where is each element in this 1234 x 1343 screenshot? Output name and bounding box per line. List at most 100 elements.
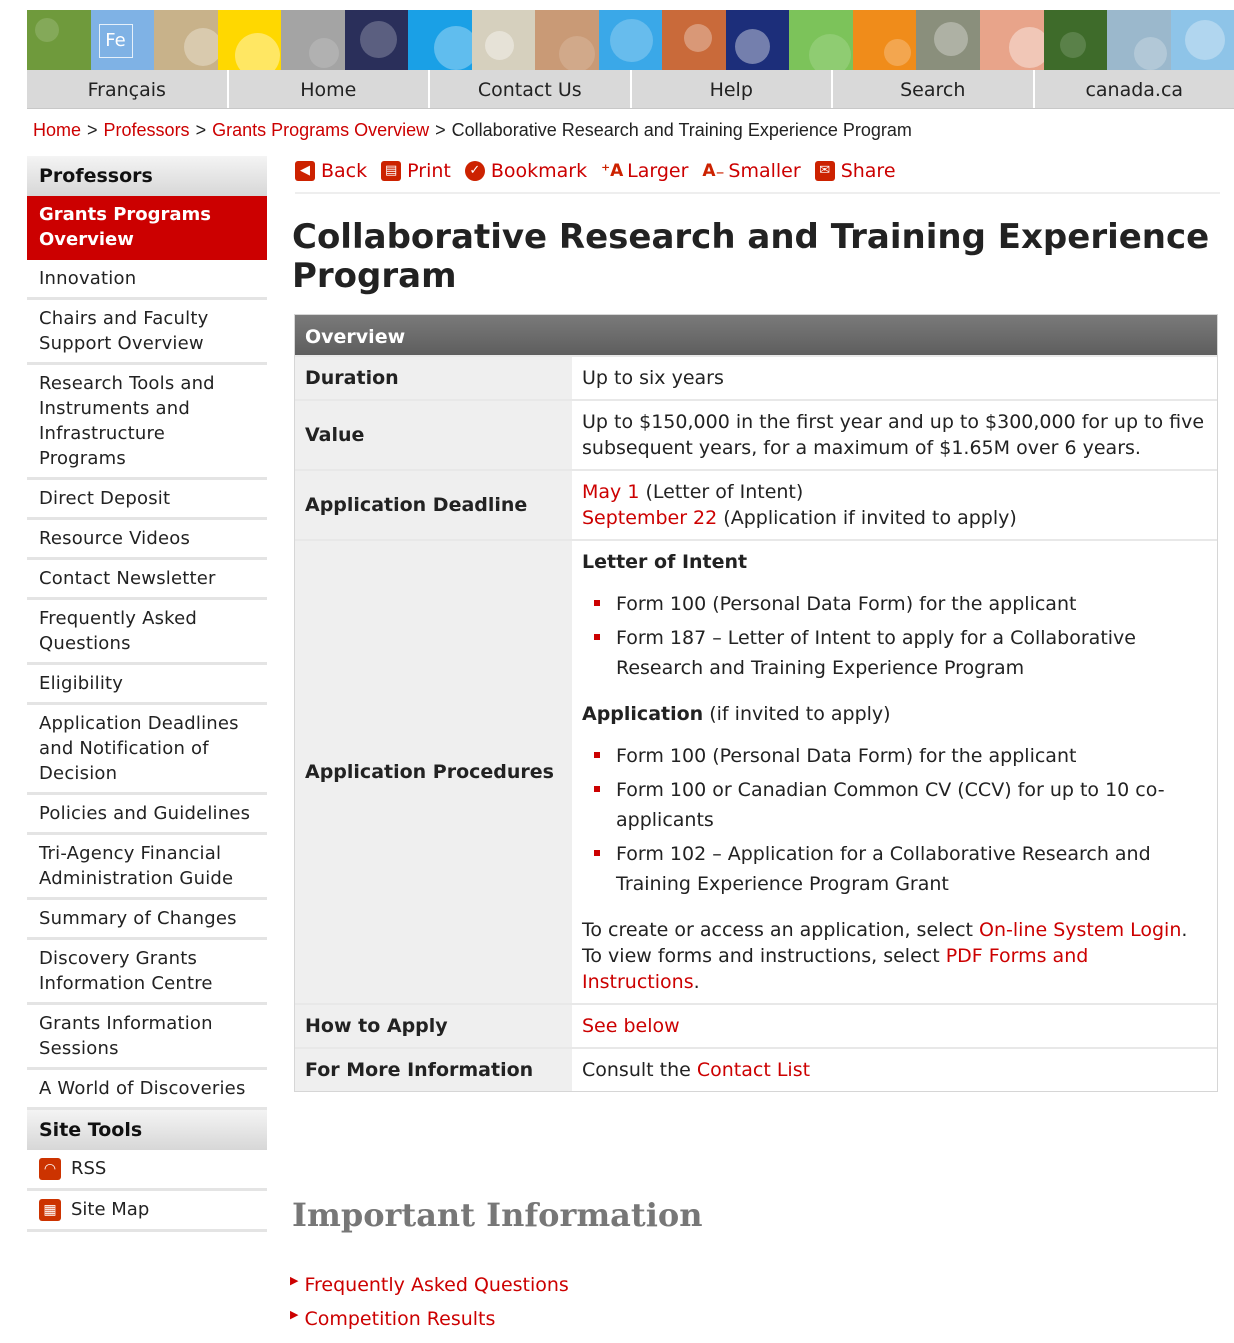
breadcrumb-separator: > — [195, 120, 207, 140]
share-label: Share — [840, 160, 896, 182]
breadcrumb-grants-programs[interactable]: Grants Programs Overview — [212, 120, 429, 140]
list-item: Form 100 or Canadian Common CV (CCV) for… — [594, 775, 1207, 835]
banner-tile-sky — [1170, 10, 1234, 70]
row-value: Up to $150,000 in the first year and up … — [582, 411, 1205, 459]
banner-tile-tools — [662, 10, 726, 70]
larger-text-button[interactable]: ⁺A Larger — [601, 160, 688, 182]
banner-tile-machine — [281, 10, 345, 70]
banner-tile-circuit — [1107, 10, 1171, 70]
sidebar-item-innovation[interactable]: Innovation — [27, 260, 267, 300]
sidebar-item-discovery-grants[interactable]: Discovery Grants Information Centre — [27, 940, 267, 1005]
competition-results-link[interactable]: Competition Results — [304, 1304, 495, 1338]
contact-list-link[interactable]: Contact List — [697, 1059, 810, 1081]
share-button[interactable]: ✉ Share — [814, 160, 896, 182]
nav-search[interactable]: Search — [833, 70, 1035, 108]
sidebar-item-grants-programs-overview[interactable]: Grants Programs Overview — [27, 196, 267, 260]
sidebar-item-policies[interactable]: Policies and Guidelines — [27, 795, 267, 835]
banner-decoration — [734, 29, 770, 64]
sidebar: Professors Grants Programs Overview Inno… — [27, 156, 267, 1232]
list-item: ▶ Frequently Asked Questions — [290, 1270, 569, 1304]
sidebar-item-direct-deposit[interactable]: Direct Deposit — [27, 480, 267, 520]
smaller-text-button[interactable]: A₋ Smaller — [702, 160, 800, 182]
nav-help[interactable]: Help — [632, 70, 833, 108]
sidebar-tool-site-map[interactable]: ▦ Site Map — [27, 1191, 267, 1232]
row-label: How to Apply — [295, 1005, 572, 1047]
print-button[interactable]: ▤ Print — [381, 160, 451, 182]
triangle-bullet-icon: ▶ — [290, 1274, 299, 1287]
sidebar-heading: Professors — [27, 156, 267, 196]
sidebar-item-contact-newsletter[interactable]: Contact Newsletter — [27, 560, 267, 600]
deadline-may-link[interactable]: May 1 — [582, 481, 639, 503]
banner-tile-molecule — [852, 10, 917, 70]
table-row-deadline: Application Deadline May 1 (Letter of In… — [295, 469, 1217, 539]
banner-decoration — [684, 24, 713, 52]
sidebar-item-eligibility[interactable]: Eligibility — [27, 665, 267, 705]
triangle-bullet-icon: ▶ — [290, 1308, 299, 1321]
breadcrumb-separator: > — [435, 120, 446, 140]
top-navigation: Français Home Contact Us Help Search can… — [27, 70, 1234, 109]
back-button[interactable]: ◀ Back — [295, 160, 367, 182]
site-tools-heading: Site Tools — [27, 1110, 267, 1150]
letter-of-intent-list: Form 100 (Personal Data Form) for the ap… — [582, 589, 1207, 683]
row-label: Value — [295, 401, 572, 469]
sidebar-item-deadlines[interactable]: Application Deadlines and Notification o… — [27, 705, 267, 795]
smaller-label: Smaller — [728, 160, 801, 182]
banner-decoration — [1059, 32, 1086, 58]
breadcrumb-separator: > — [87, 120, 98, 140]
list-item: Form 102 – Application for a Collaborati… — [594, 839, 1207, 899]
sidebar-item-chairs[interactable]: Chairs and Faculty Support Overview — [27, 300, 267, 365]
row-label: Duration — [295, 357, 572, 399]
row-value: Up to six years — [582, 367, 724, 389]
sidebar-item-info-sessions[interactable]: Grants Information Sessions — [27, 1005, 267, 1070]
sidebar-item-tri-agency[interactable]: Tri-Agency Financial Administration Guid… — [27, 835, 267, 900]
banner-tile-butterfly — [1043, 10, 1108, 70]
row-value: Consult the Contact List — [572, 1049, 1217, 1091]
application-note: (if invited to apply) — [703, 703, 891, 725]
sidebar-item-world-of-discoveries[interactable]: A World of Discoveries — [27, 1070, 267, 1110]
print-document-icon: ▤ — [381, 161, 402, 181]
online-system-login-link[interactable]: On-line System Login — [979, 919, 1181, 941]
sidebar-item-research-tools[interactable]: Research Tools and Instruments and Infra… — [27, 365, 267, 480]
application-title: Application — [582, 703, 704, 725]
rss-icon: ◠ — [39, 1158, 61, 1180]
banner-tile-lettuce — [27, 10, 91, 70]
sidebar-tool-rss[interactable]: ◠ RSS — [27, 1150, 267, 1191]
sidebar-item-summary-of-changes[interactable]: Summary of Changes — [27, 900, 267, 940]
nav-home[interactable]: Home — [229, 70, 430, 108]
sidebar-item-resource-videos[interactable]: Resource Videos — [27, 520, 267, 560]
row-label: Application Deadline — [295, 471, 572, 539]
breadcrumb-home[interactable]: Home — [33, 120, 81, 140]
list-item: Form 100 (Personal Data Form) for the ap… — [594, 741, 1207, 771]
row-label: For More Information — [295, 1049, 572, 1091]
deadline-september-link[interactable]: September 22 — [582, 507, 717, 529]
see-below-link[interactable]: See below — [582, 1015, 680, 1037]
banner-decoration — [934, 22, 969, 56]
banner-tile-galaxy — [344, 10, 409, 70]
row-value: See below — [572, 1005, 1217, 1047]
banner-tile-green — [789, 10, 853, 70]
breadcrumb-professors[interactable]: Professors — [104, 120, 190, 140]
banner-tile-eye — [154, 10, 218, 70]
bookmark-check-icon: ✓ — [464, 161, 485, 181]
sidebar-tool-label: Site Map — [71, 1199, 150, 1220]
important-links: ▶ Frequently Asked Questions ▶ Competiti… — [290, 1270, 569, 1338]
bookmark-button[interactable]: ✓ Bookmark — [464, 160, 587, 182]
banner: Fe — [27, 10, 1234, 70]
sidebar-item-faq[interactable]: Frequently Asked Questions — [27, 600, 267, 665]
overview-table-heading: Overview — [295, 315, 1217, 355]
nav-contact-us[interactable]: Contact Us — [430, 70, 632, 108]
banner-tile-bulb — [471, 10, 536, 70]
list-item: Form 187 – Letter of Intent to apply for… — [594, 623, 1207, 683]
banner-tile-flame — [725, 10, 790, 70]
banner-decoration — [609, 19, 653, 62]
faq-link[interactable]: Frequently Asked Questions — [304, 1270, 568, 1304]
banner-tile-iron: Fe — [90, 10, 155, 70]
nav-francais[interactable]: Français — [27, 70, 229, 108]
print-label: Print — [407, 160, 451, 182]
banner-decoration — [359, 21, 397, 58]
banner-decoration — [234, 33, 280, 70]
access-text: To create or access an application, sele… — [582, 919, 980, 941]
nav-canada-ca[interactable]: canada.ca — [1035, 70, 1234, 108]
banner-decoration — [1184, 20, 1225, 60]
breadcrumb: Home > Professors > Grants Programs Overview… — [33, 120, 1223, 141]
